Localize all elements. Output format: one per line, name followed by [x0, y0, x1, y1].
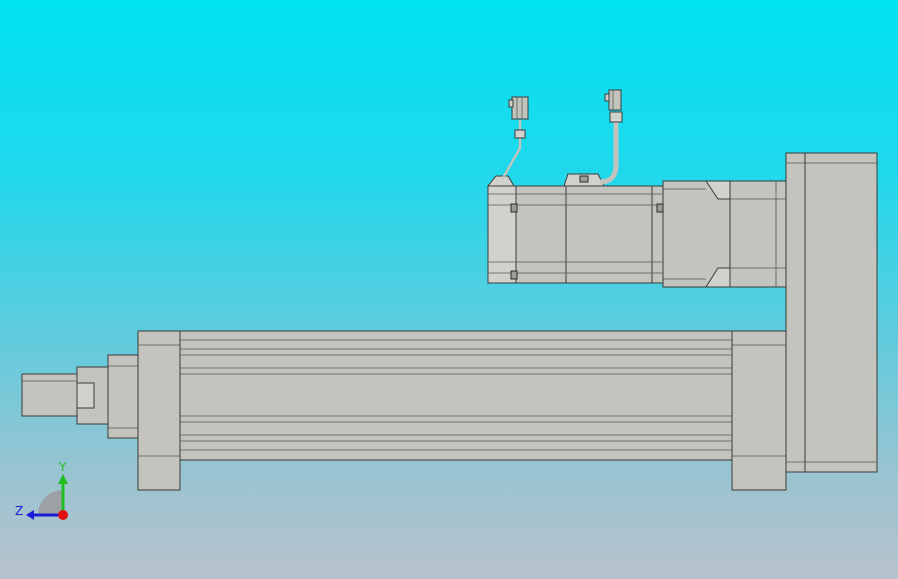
servo-motor[interactable] [486, 173, 664, 284]
motor-flange[interactable] [729, 180, 787, 288]
rod-end-collar[interactable] [76, 366, 109, 425]
rod-end-flange[interactable] [107, 354, 139, 439]
orientation-triad: Y Z [15, 460, 68, 520]
z-axis-arrowhead [26, 510, 34, 520]
power-cable[interactable] [599, 89, 623, 185]
actuator-model[interactable]: Y Z [0, 0, 898, 579]
piston-rod[interactable] [21, 373, 78, 417]
x-axis-dot [58, 510, 68, 520]
gear-adapter[interactable] [662, 180, 731, 288]
encoder-cable[interactable] [501, 96, 529, 179]
y-axis-arrowhead [58, 474, 68, 484]
y-axis-label: Y [58, 460, 67, 474]
mounting-plate[interactable] [785, 152, 878, 473]
z-axis-label: Z [15, 504, 23, 518]
triad-quadrant [38, 490, 63, 515]
rear-end-block[interactable] [731, 330, 787, 491]
cad-graphics-viewport[interactable]: Y Z [0, 0, 898, 579]
front-end-block[interactable] [137, 330, 181, 491]
actuator-tube[interactable] [179, 330, 733, 461]
